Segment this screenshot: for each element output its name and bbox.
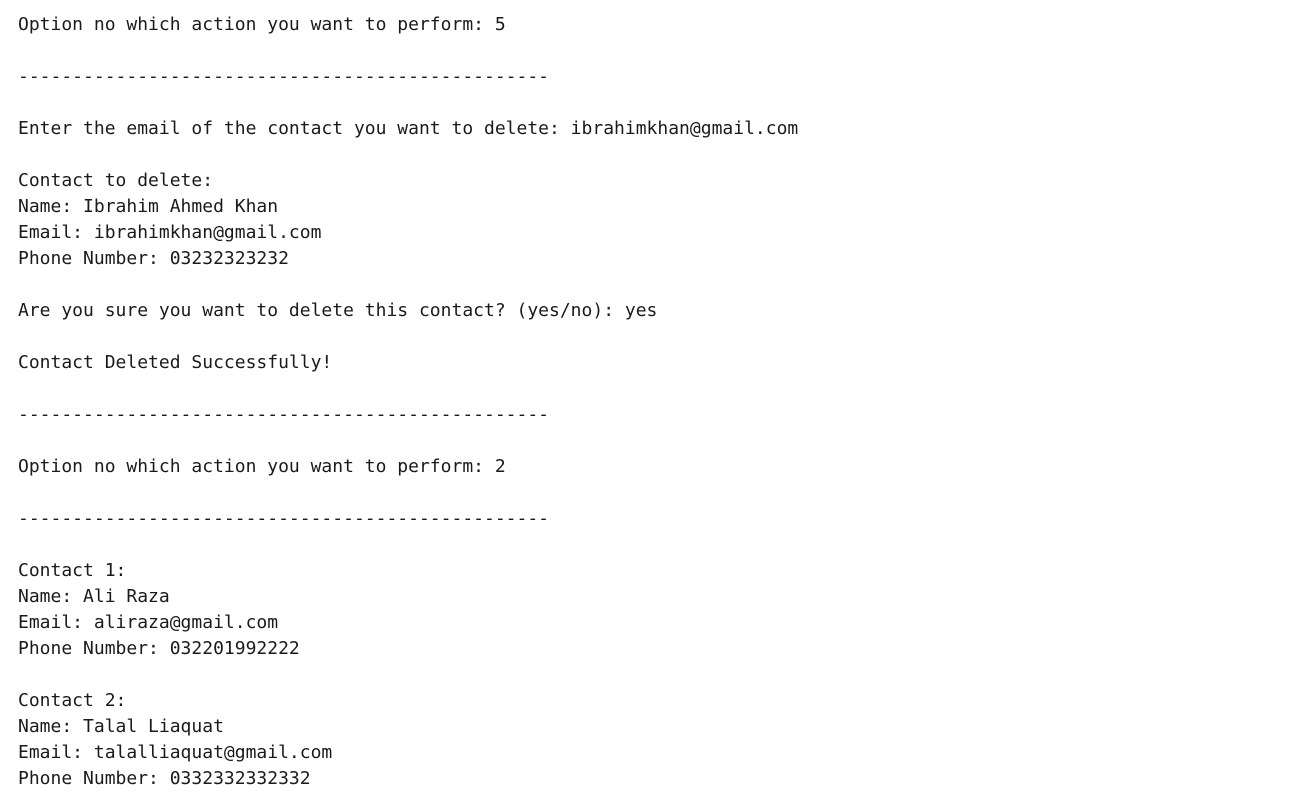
prompt-option-line: Option no which action you want to perfo… <box>18 14 506 35</box>
confirm-delete-line: Are you sure you want to delete this con… <box>18 300 658 321</box>
contact-name-line: Name: Ibrahim Ahmed Khan <box>18 196 279 217</box>
contact-email-line: Email: talalliaquat@gmail.com <box>18 742 333 763</box>
contact-phone-line: Phone Number: 03232323232 <box>18 248 289 269</box>
contact-name-line: Name: Talal Liaquat <box>18 716 224 737</box>
contact-email-line: Email: ibrahimkhan@gmail.com <box>18 222 322 243</box>
prompt-option-line: Option no which action you want to perfo… <box>18 456 506 477</box>
contact-heading-line: Contact 2: <box>18 690 127 711</box>
contact-phone-line: Phone Number: 032201992222 <box>18 638 300 659</box>
contact-name-line: Name: Ali Raza <box>18 586 170 607</box>
contact-phone-line: Phone Number: 0332332332332 <box>18 768 311 789</box>
success-message-line: Contact Deleted Successfully! <box>18 352 333 373</box>
separator-line: ----------------------------------------… <box>18 404 550 425</box>
contact-email-line: Email: aliraza@gmail.com <box>18 612 279 633</box>
console-output: Option no which action you want to perfo… <box>0 0 1308 808</box>
separator-line: ----------------------------------------… <box>18 66 550 87</box>
separator-line: ----------------------------------------… <box>18 508 550 529</box>
contact-to-delete-heading: Contact to delete: <box>18 170 214 191</box>
prompt-email-line: Enter the email of the contact you want … <box>18 118 799 139</box>
contact-heading-line: Contact 1: <box>18 560 127 581</box>
